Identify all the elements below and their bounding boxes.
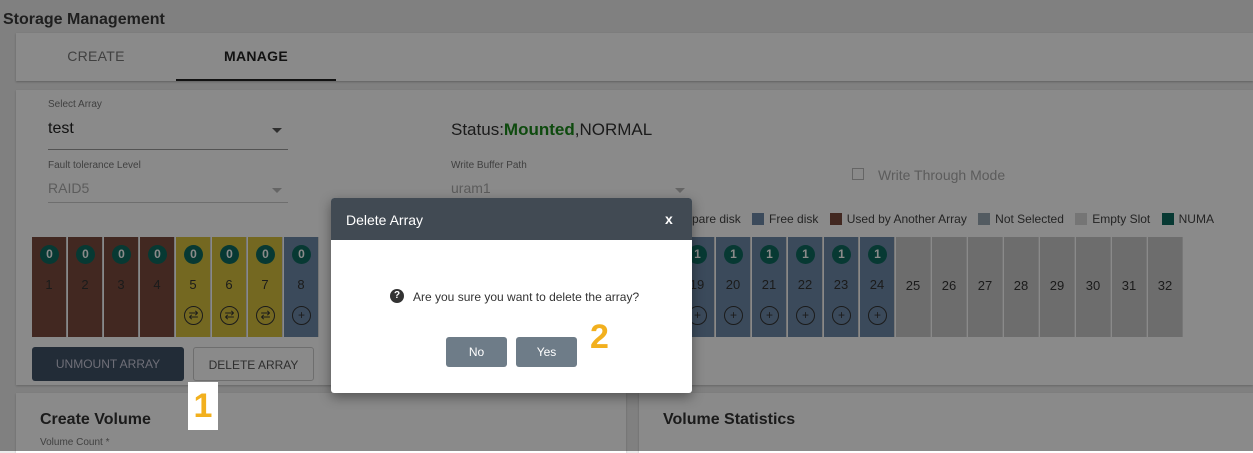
dialog-message: Are you sure you want to delete the arra… [413,290,640,304]
dialog-title: Delete Array [346,212,424,228]
yes-button[interactable]: Yes [516,337,577,367]
step-marker-2: 2 [590,318,609,356]
question-icon: ? [390,289,404,303]
dialog-header: Delete Array x [331,198,692,240]
delete-array-dialog: Delete Array x ? Are you sure you want t… [331,198,692,393]
step-marker-1: 1 [188,382,218,430]
no-button[interactable]: No [446,337,507,367]
close-icon[interactable]: x [665,211,673,227]
